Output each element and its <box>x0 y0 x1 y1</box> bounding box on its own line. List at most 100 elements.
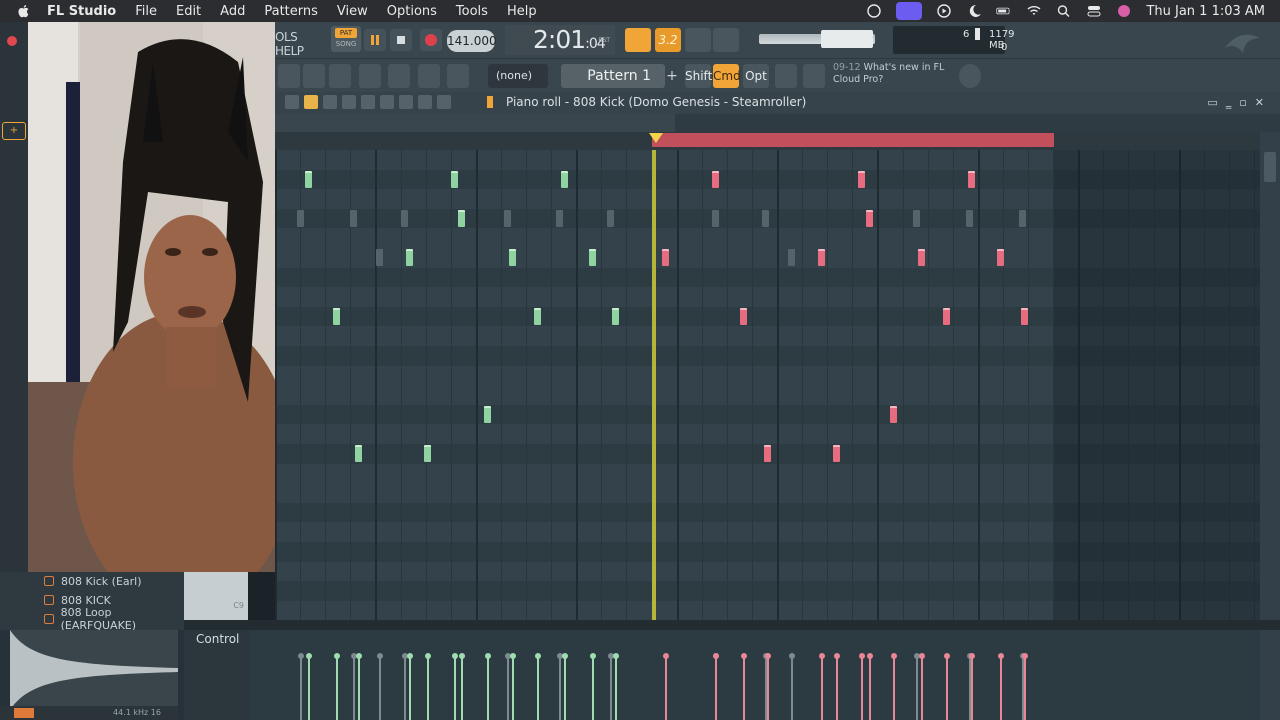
channel-rack-icon[interactable] <box>329 64 351 88</box>
velocity-stem[interactable] <box>298 653 305 720</box>
song-mode-label[interactable]: SONG <box>335 40 357 50</box>
menu-patterns[interactable]: Patterns <box>264 4 318 19</box>
waveform-preview[interactable] <box>10 630 178 710</box>
control-lane-selector[interactable]: Control <box>184 630 250 720</box>
moon-icon[interactable] <box>966 4 982 18</box>
online-globe-icon[interactable] <box>959 64 981 88</box>
velocity-stem[interactable] <box>788 653 795 720</box>
lane-separator[interactable] <box>184 620 1280 630</box>
note[interactable] <box>534 307 542 325</box>
velocity-stem[interactable] <box>1021 653 1028 720</box>
record-icon[interactable] <box>420 29 442 51</box>
note[interactable] <box>832 445 840 462</box>
playhead-marker-icon[interactable] <box>649 133 663 143</box>
opt-modifier-button[interactable]: Opt <box>743 64 769 88</box>
velocity-stem[interactable] <box>818 653 825 720</box>
note[interactable] <box>890 405 898 423</box>
note[interactable] <box>484 405 492 423</box>
pause-icon[interactable] <box>364 29 386 51</box>
velocity-stem[interactable] <box>866 653 873 720</box>
add-icon[interactable]: + <box>2 122 26 140</box>
menu-options[interactable]: Options <box>387 4 437 19</box>
note[interactable] <box>865 209 873 227</box>
typing-keyboard-icon[interactable] <box>625 28 651 52</box>
scroll-thumb[interactable] <box>1264 152 1276 182</box>
velocity-stem[interactable] <box>485 653 492 720</box>
velocity-stem[interactable] <box>858 653 865 720</box>
piano-roll-icon[interactable] <box>278 64 300 88</box>
velocity-stem[interactable] <box>765 653 772 720</box>
arrow-right-icon[interactable] <box>418 64 440 88</box>
velocity-stem[interactable] <box>424 653 431 720</box>
slice-tool-icon[interactable] <box>380 95 394 109</box>
microphone-icon[interactable] <box>447 64 469 88</box>
velocity-stem[interactable] <box>401 653 408 720</box>
note[interactable] <box>509 249 517 266</box>
master-volume-slider[interactable] <box>759 30 875 48</box>
shop-cart-icon[interactable] <box>803 64 825 88</box>
velocity-stem[interactable] <box>451 653 458 720</box>
note[interactable] <box>996 249 1004 266</box>
note[interactable] <box>712 170 720 188</box>
pat-song-switch[interactable]: PAT SONG <box>331 26 361 52</box>
control-scrollbar[interactable] <box>1260 630 1280 720</box>
note[interactable] <box>561 170 569 188</box>
note[interactable] <box>405 249 413 266</box>
mixer-icon[interactable] <box>359 64 381 88</box>
play-icon[interactable] <box>936 4 952 18</box>
song-position-display[interactable]: 2:01:04 B:S:T <box>505 25 615 55</box>
velocity-stem[interactable] <box>713 653 720 720</box>
menu-tools[interactable]: Tools <box>456 4 488 19</box>
velocity-stem[interactable] <box>891 653 898 720</box>
playlist-icon[interactable] <box>303 64 325 88</box>
velocity-stem[interactable] <box>741 653 748 720</box>
hint-bar-label[interactable]: OLS HELP <box>275 30 323 58</box>
velocity-stem[interactable] <box>458 653 465 720</box>
velocity-stem[interactable] <box>351 653 358 720</box>
note[interactable] <box>918 249 926 266</box>
menu-help[interactable]: Help <box>507 4 537 19</box>
loop-region-bar[interactable] <box>652 133 1054 147</box>
speaker-icon[interactable] <box>487 96 499 108</box>
snap-toggle[interactable]: 3.2 <box>655 28 681 52</box>
velocity-stem[interactable] <box>356 653 363 720</box>
note[interactable] <box>857 170 865 188</box>
mute-tool-icon[interactable] <box>361 95 375 109</box>
note[interactable] <box>1020 307 1028 325</box>
note[interactable] <box>588 249 596 266</box>
pat-mode-label[interactable]: PAT <box>335 28 357 38</box>
menu-app-name[interactable]: FL Studio <box>47 4 116 19</box>
control-center-icon[interactable] <box>1086 4 1102 18</box>
help-touch-icon[interactable] <box>775 64 797 88</box>
velocity-stem[interactable] <box>510 653 517 720</box>
screen-record-icon[interactable] <box>896 2 923 20</box>
tempo-display[interactable]: 141.000 <box>447 30 497 52</box>
add-pattern-button[interactable]: + <box>665 64 679 88</box>
menu-file[interactable]: File <box>135 4 157 19</box>
velocity-stem[interactable] <box>334 653 341 720</box>
pencil-icon[interactable] <box>304 95 318 109</box>
velocity-stem[interactable] <box>662 653 669 720</box>
delete-tool-icon[interactable] <box>342 95 356 109</box>
menubar-clock[interactable]: Thu Jan 1 1:03 AM <box>1146 4 1265 19</box>
note[interactable] <box>457 209 465 227</box>
plugin-picker-icon[interactable] <box>388 64 410 88</box>
note[interactable] <box>764 445 772 462</box>
shift-modifier-button[interactable]: Shift <box>685 64 712 88</box>
overview-ruler[interactable] <box>275 114 675 132</box>
close-dot-icon[interactable] <box>7 36 17 46</box>
velocity-stem[interactable] <box>557 653 564 720</box>
loop-record-icon[interactable] <box>685 28 711 52</box>
velocity-stem[interactable] <box>944 653 951 720</box>
note[interactable] <box>450 170 458 188</box>
note[interactable] <box>423 445 431 462</box>
playback-tool-icon[interactable] <box>437 95 451 109</box>
wifi-icon[interactable] <box>1026 4 1042 18</box>
focus-icon[interactable] <box>866 4 882 18</box>
menu-view[interactable]: View <box>337 4 368 19</box>
velocity-stem[interactable] <box>833 653 840 720</box>
stop-icon[interactable] <box>390 29 412 51</box>
note[interactable] <box>355 445 363 462</box>
velocity-stem[interactable] <box>562 653 569 720</box>
velocity-stem[interactable] <box>306 653 313 720</box>
